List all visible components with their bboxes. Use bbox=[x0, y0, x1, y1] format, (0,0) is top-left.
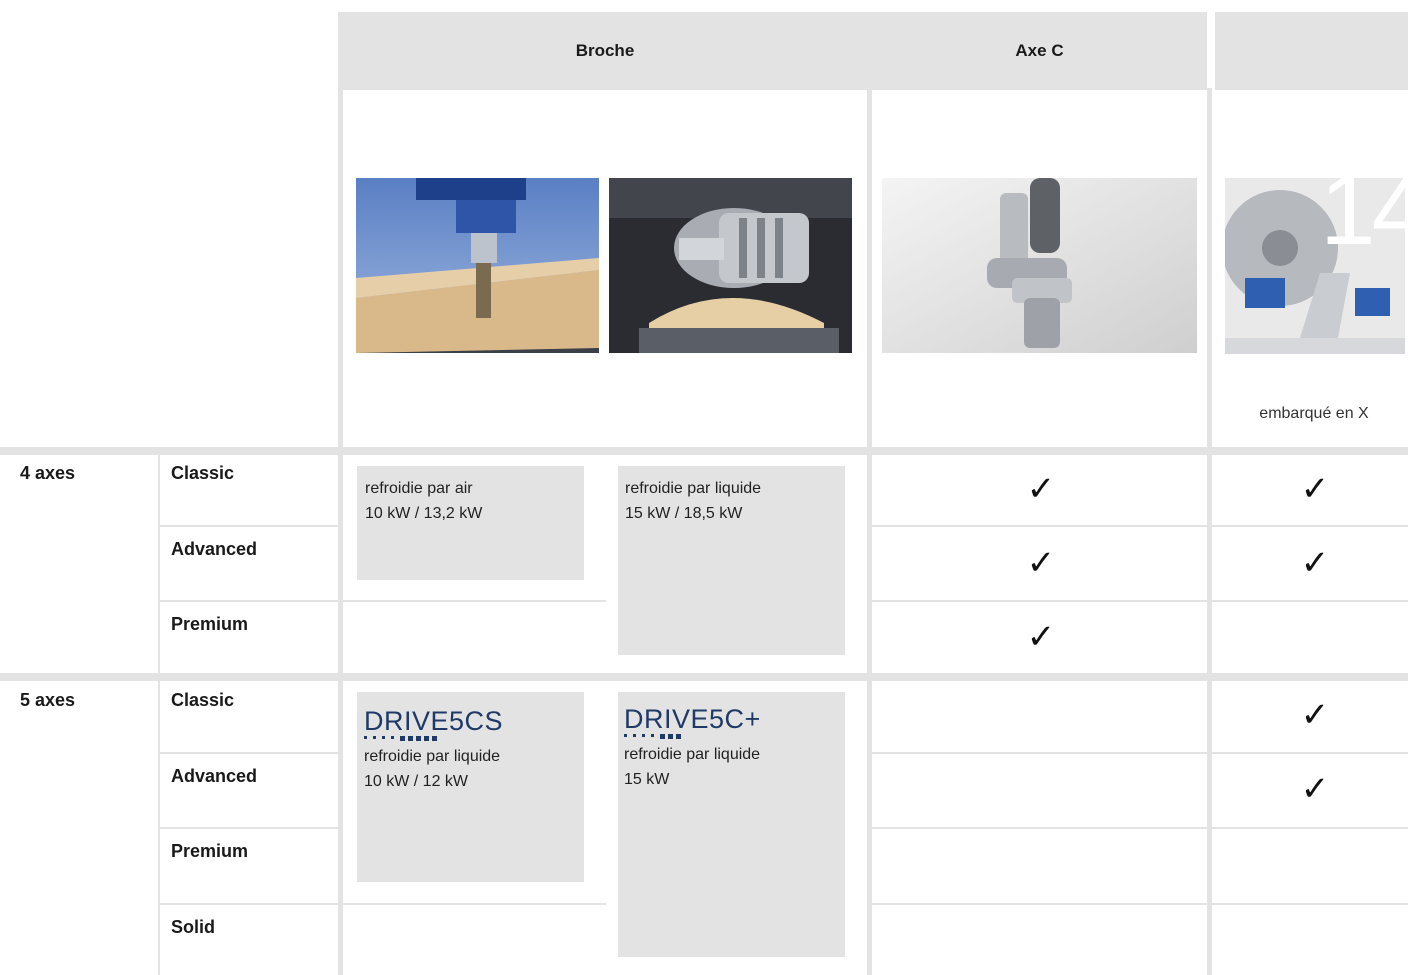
row-divider bbox=[868, 903, 1408, 905]
header-col4 bbox=[1215, 12, 1408, 90]
check-icon: ✓ bbox=[1300, 544, 1330, 582]
variant-premium: Premium bbox=[171, 841, 249, 861]
brand-underline bbox=[624, 734, 845, 739]
row-divider bbox=[343, 600, 606, 602]
check-icon: ✓ bbox=[1300, 770, 1330, 808]
check-icon: ✓ bbox=[1026, 618, 1056, 656]
spec-box-drive5cs: DRIVE5CS refroidie par liquide 10 kW / 1… bbox=[357, 692, 584, 882]
spec-power: 15 kW / 18,5 kW bbox=[625, 505, 743, 522]
check-icon: ✓ bbox=[1026, 470, 1056, 508]
col-divider bbox=[338, 88, 343, 975]
spec-cooling: refroidie par liquide bbox=[624, 746, 761, 763]
row-divider bbox=[160, 827, 338, 829]
spec-cooling: refroidie par air bbox=[365, 480, 473, 497]
spindle-liquid-photo bbox=[609, 178, 852, 353]
spec-power: 15 kW bbox=[624, 771, 670, 788]
row-divider bbox=[160, 903, 338, 905]
group-label-4-axes: 4 axes bbox=[20, 463, 76, 483]
row-divider bbox=[868, 752, 1408, 754]
col-divider bbox=[158, 455, 160, 975]
brand-logo-drive5cs: DRIVE5CS bbox=[364, 706, 504, 736]
variant-classic: Classic bbox=[171, 690, 235, 710]
check-icon: ✓ bbox=[1300, 696, 1330, 734]
spec-box-air: refroidie par air 10 kW / 13,2 kW bbox=[357, 466, 584, 580]
check-icon: ✓ bbox=[1300, 470, 1330, 508]
row-divider bbox=[160, 752, 338, 754]
header-broche: Broche bbox=[575, 41, 635, 60]
spec-box-drive5cplus: DRIVE5C+ refroidie par liquide 15 kW bbox=[618, 692, 845, 957]
col4-caption: embarqué en X bbox=[1259, 405, 1369, 422]
spec-power: 10 kW / 12 kW bbox=[364, 773, 469, 790]
variant-classic: Classic bbox=[171, 463, 235, 483]
variant-solid: Solid bbox=[171, 917, 215, 937]
variant-advanced: Advanced bbox=[171, 539, 258, 559]
row-divider bbox=[160, 525, 338, 527]
section-divider bbox=[0, 673, 1408, 681]
row-divider bbox=[868, 827, 1408, 829]
row-divider bbox=[343, 903, 606, 905]
spindle-air-photo bbox=[356, 178, 599, 353]
spec-box-liquid: refroidie par liquide 15 kW / 18,5 kW bbox=[618, 466, 845, 655]
header-axe-c: Axe C bbox=[1015, 41, 1064, 60]
brand-logo-drive5cplus: DRIVE5C+ bbox=[624, 704, 761, 734]
spec-cooling: refroidie par liquide bbox=[625, 480, 762, 497]
variant-advanced: Advanced bbox=[171, 766, 258, 786]
check-icon: ✓ bbox=[1026, 544, 1056, 582]
row-divider bbox=[160, 600, 338, 602]
col-divider bbox=[1207, 88, 1212, 975]
group-label-5-axes: 5 axes bbox=[20, 690, 76, 710]
row-divider bbox=[868, 600, 1408, 602]
variant-premium: Premium bbox=[171, 614, 249, 634]
col-divider bbox=[867, 88, 872, 975]
spec-power: 10 kW / 13,2 kW bbox=[365, 505, 483, 522]
brand-underline bbox=[364, 736, 584, 741]
spec-cooling: refroidie par liquide bbox=[364, 748, 501, 765]
c-axis-photo bbox=[882, 178, 1197, 353]
page-number: 14 bbox=[1320, 154, 1408, 266]
section-divider bbox=[0, 447, 1408, 455]
row-divider bbox=[868, 525, 1408, 527]
